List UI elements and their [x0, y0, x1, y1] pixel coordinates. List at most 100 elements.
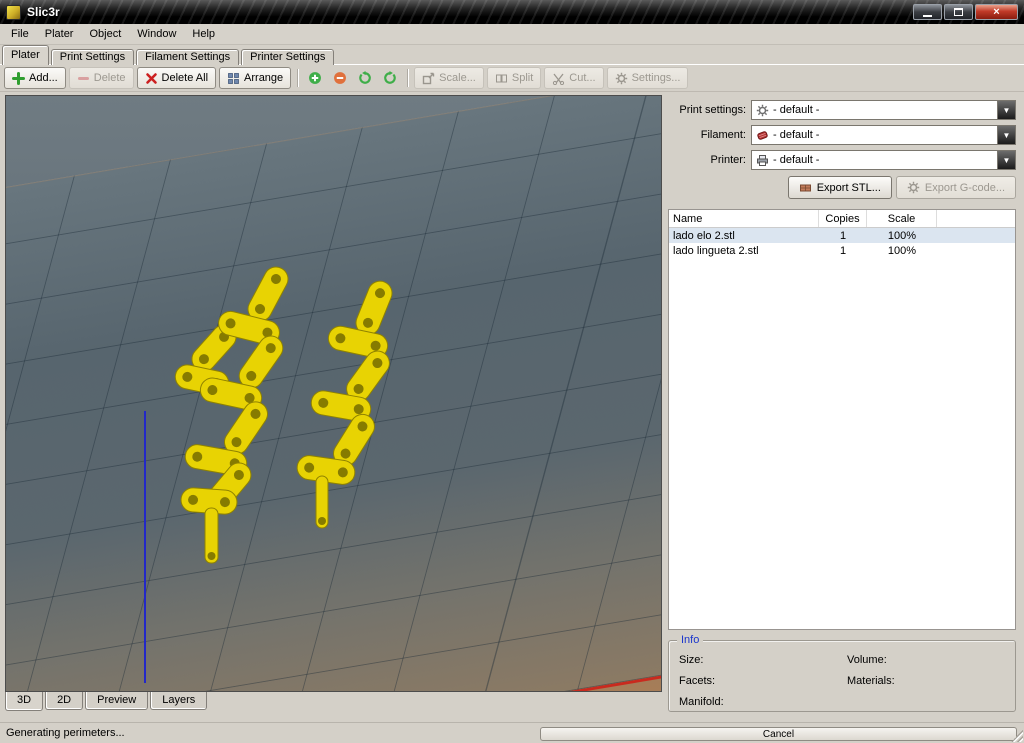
add-button[interactable]: Add...: [4, 67, 66, 89]
view-tab-layers[interactable]: Layers: [150, 692, 208, 710]
arrange-label: Arrange: [244, 72, 284, 84]
print-settings-value: - default -: [773, 104, 820, 116]
slic3r-window: Slic3r × File Plater Object Window Help …: [0, 0, 1024, 743]
more-icon: [309, 72, 322, 84]
cancel-button[interactable]: Cancel: [540, 727, 1017, 741]
menu-object[interactable]: Object: [81, 25, 129, 43]
rotate-cw-icon: [384, 71, 396, 84]
view-tab-3d[interactable]: 3D: [5, 692, 44, 711]
gear-icon: [756, 104, 769, 116]
object-name: lado elo 2.stl: [673, 229, 735, 242]
column-header-scale: Scale: [867, 210, 937, 227]
3d-viewport[interactable]: [5, 95, 662, 692]
filament-combo[interactable]: - default - ▼: [751, 125, 1016, 145]
dropdown-arrow-icon[interactable]: ▼: [997, 101, 1015, 119]
close-button[interactable]: ×: [975, 4, 1018, 20]
delete-all-label: Delete All: [161, 72, 209, 84]
fewer-copies-button[interactable]: [329, 67, 351, 89]
close-icon: ×: [993, 5, 1000, 18]
tab-print-settings[interactable]: Print Settings: [50, 49, 135, 65]
dropdown-arrow-icon[interactable]: ▼: [997, 126, 1015, 144]
arrange-button[interactable]: Arrange: [219, 67, 292, 89]
cut-button[interactable]: Cut...: [544, 67, 604, 89]
view-tab-preview[interactable]: Preview: [85, 692, 149, 710]
model-lado-lingueta: [296, 280, 393, 529]
print-settings-label: Print settings:: [679, 104, 746, 116]
app-icon: [6, 4, 21, 20]
settings-button[interactable]: Settings...: [606, 67, 689, 89]
fewer-icon: [334, 72, 347, 84]
minimize-icon: [923, 14, 932, 17]
cut-icon: [553, 73, 565, 85]
more-copies-button[interactable]: [304, 67, 326, 89]
delete-button[interactable]: Delete: [68, 67, 134, 89]
rotate-ccw-button[interactable]: [354, 67, 376, 89]
minimize-button[interactable]: [913, 4, 942, 20]
status-text: Generating perimeters...: [6, 727, 125, 739]
model-objects: [174, 266, 393, 564]
object-scale: 100%: [887, 229, 917, 242]
settings-label: Settings...: [631, 72, 681, 84]
export-gcode-button[interactable]: Export G-code...: [895, 176, 1016, 199]
settings-gear-icon: [615, 72, 627, 84]
object-name: lado lingueta 2.stl: [673, 244, 759, 257]
delete-all-button[interactable]: Delete All: [136, 67, 217, 89]
view-tab-2d[interactable]: 2D: [45, 692, 84, 710]
window-title: Slic3r: [27, 5, 60, 19]
object-scale: 100%: [887, 244, 917, 257]
scale-button[interactable]: Scale...: [414, 67, 484, 89]
info-title: Info: [677, 634, 704, 646]
object-copies: 1: [839, 229, 847, 242]
object-list[interactable]: Name Copies Scale lado elo 2.stl 1 100% …: [668, 209, 1016, 630]
split-button[interactable]: Split: [486, 67, 542, 89]
scale-icon: [422, 72, 435, 84]
arrange-icon: [228, 72, 239, 84]
menu-window[interactable]: Window: [129, 25, 184, 43]
table-row[interactable]: lado lingueta 2.stl 1 100%: [669, 243, 1015, 258]
export-gcode-icon: [907, 181, 920, 194]
printer-combo[interactable]: - default - ▼: [751, 150, 1016, 170]
cut-label: Cut...: [569, 72, 596, 84]
filament-value: - default -: [773, 129, 820, 141]
statusbar: Generating perimeters... Cancel: [0, 722, 1024, 743]
delete-all-icon: [145, 72, 157, 84]
tab-filament-settings[interactable]: Filament Settings: [136, 49, 240, 65]
resize-grip[interactable]: [1011, 730, 1023, 742]
table-row[interactable]: lado elo 2.stl 1 100%: [669, 228, 1015, 243]
menubar: File Plater Object Window Help: [0, 24, 1024, 45]
printer-value: - default -: [773, 154, 820, 166]
maximize-button[interactable]: [944, 4, 973, 20]
delete-icon: [77, 76, 89, 80]
menu-file[interactable]: File: [3, 25, 37, 43]
delete-label: Delete: [93, 72, 126, 84]
titlebar[interactable]: Slic3r ×: [0, 0, 1024, 24]
tab-printer-settings[interactable]: Printer Settings: [241, 49, 335, 65]
dropdown-arrow-icon[interactable]: ▼: [997, 151, 1015, 169]
print-settings-combo[interactable]: - default - ▼: [751, 100, 1016, 120]
window-controls: ×: [913, 4, 1018, 20]
toolbar-separator: [407, 69, 409, 87]
plater-toolbar: Add... Delete Delete All Arrange Scale..…: [0, 65, 1024, 92]
toolbar-separator: [297, 69, 299, 87]
export-stl-button[interactable]: Export STL...: [787, 176, 892, 199]
rotate-cw-button[interactable]: [379, 67, 401, 89]
printer-label: Printer:: [710, 154, 746, 166]
info-size-label: Size:: [679, 654, 704, 666]
export-stl-icon: [799, 184, 811, 192]
tab-plater[interactable]: Plater: [2, 45, 49, 65]
rotate-ccw-icon: [359, 71, 371, 84]
scale-label: Scale...: [439, 72, 476, 84]
info-groupbox: Info Size: Volume: Facets: Materials: Ma…: [668, 634, 1016, 712]
info-volume-label: Volume:: [847, 654, 887, 666]
column-header-name: Name: [669, 210, 819, 227]
info-facets-label: Facets:: [679, 675, 716, 687]
menu-plater[interactable]: Plater: [37, 25, 82, 43]
maximize-icon: [954, 8, 963, 16]
filament-row: Filament: - default - ▼: [668, 125, 1016, 145]
model-lado-elo: [174, 266, 289, 564]
column-header-filler: [937, 210, 1015, 227]
info-materials-label: Materials:: [847, 675, 895, 687]
add-icon: [12, 71, 25, 85]
object-copies: 1: [839, 244, 847, 257]
menu-help[interactable]: Help: [184, 25, 223, 43]
